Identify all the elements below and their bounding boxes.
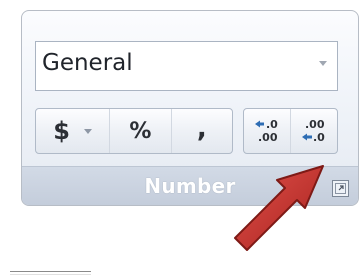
chevron-down-icon[interactable] xyxy=(83,128,92,134)
svg-text:.0: .0 xyxy=(313,131,325,144)
screenshot-canvas: General $ % , .0 .00 .00 .0 Number xyxy=(0,0,361,279)
comma-style-button[interactable]: , xyxy=(172,109,232,153)
number-format-buttons: $ % , xyxy=(35,108,233,154)
percent-style-button[interactable]: % xyxy=(110,109,172,153)
svg-text:.00: .00 xyxy=(258,131,278,144)
number-format-value: General xyxy=(42,50,133,76)
dialog-launcher-icon xyxy=(335,183,346,194)
svg-text:.0: .0 xyxy=(266,118,278,131)
currency-icon: $ xyxy=(53,117,70,145)
decrease-decimal-icon: .00 .0 xyxy=(301,118,325,144)
red-arrow-icon xyxy=(234,165,324,251)
number-format-dropdown[interactable]: General xyxy=(35,41,338,91)
percent-icon: % xyxy=(129,118,152,144)
decimal-buttons: .0 .00 .00 .0 xyxy=(243,108,338,154)
chevron-down-icon[interactable] xyxy=(319,61,327,66)
decrease-decimal-button[interactable]: .00 .0 xyxy=(291,109,338,153)
comma-style-icon: , xyxy=(196,114,207,144)
increase-decimal-button[interactable]: .0 .00 xyxy=(244,109,291,153)
increase-decimal-icon: .0 .00 xyxy=(254,118,278,144)
divider-line xyxy=(10,271,91,275)
accounting-format-button[interactable]: $ xyxy=(36,109,111,153)
svg-text:.00: .00 xyxy=(305,118,325,131)
